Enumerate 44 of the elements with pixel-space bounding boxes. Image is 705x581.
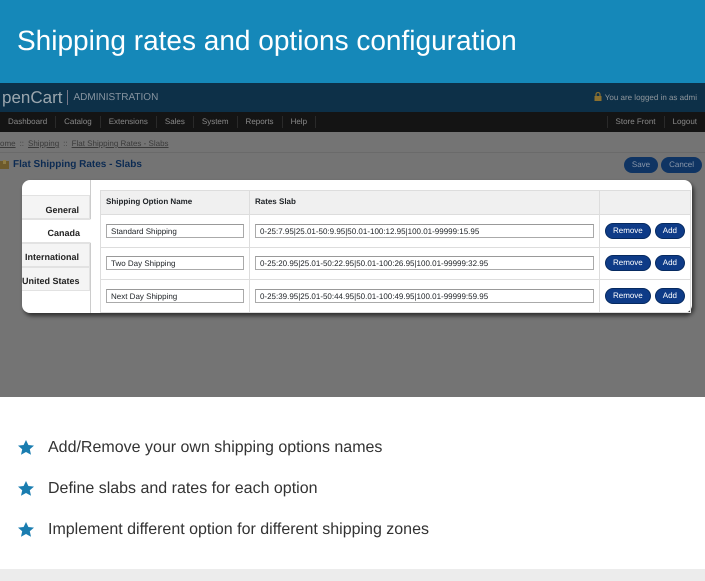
tab[interactable]: General [22, 195, 90, 219]
nav-item[interactable]: Reports [238, 116, 283, 128]
feature-text: Add/Remove your own shipping options names [48, 438, 382, 458]
tab[interactable]: International [22, 243, 90, 267]
rates-input[interactable]: 0-25:20.95|25.01-50:22.95|50.01-100:26.95|100.01-99999:32.95 [254, 256, 594, 270]
nav-item[interactable]: Logout [664, 116, 705, 128]
column-header: Rates Slab [249, 190, 600, 214]
row-button[interactable]: Remove [604, 288, 651, 304]
nav-item[interactable]: Dashboard [0, 116, 56, 128]
name-input[interactable]: Two Day Shipping [106, 256, 244, 270]
name-input[interactable]: Standard Shipping [106, 224, 244, 238]
nav-item[interactable]: Store Front [606, 116, 664, 128]
page-button[interactable]: Cancel [661, 156, 702, 172]
page-title: Flat Shipping Rates - Slabs [13, 158, 142, 170]
rates-input[interactable]: 0-25:7.95|25.01-50:9.95|50.01-100:12.95|100.01-99999:15.95 [254, 224, 594, 238]
brand-name: penCart [2, 86, 62, 109]
feature-text: Implement different option for different shipping zones [48, 520, 429, 540]
tab[interactable]: Canada [22, 219, 91, 243]
feature-text: Define slabs and rates for each option [48, 478, 318, 498]
lock-icon [594, 92, 602, 100]
row-button[interactable]: Add [654, 288, 685, 304]
rates-input[interactable]: 0-25:39.95|25.01-50:44.95|50.01-100:49.95|100.01-99999:59.95 [254, 289, 594, 304]
column-header: Shipping Option Name [100, 190, 250, 214]
tab[interactable]: United States [22, 267, 90, 291]
row-button[interactable]: Remove [604, 255, 651, 272]
page-button[interactable]: Save [624, 156, 658, 172]
breadcrumb-separator: :: [20, 138, 24, 150]
nav-item[interactable]: Extensions [100, 116, 157, 128]
name-input[interactable]: Next Day Shipping [106, 289, 244, 304]
row-button[interactable]: Add [654, 255, 685, 272]
section-label: ADMINISTRATION [67, 90, 158, 105]
nav-item[interactable]: Help [282, 116, 316, 128]
star-icon [18, 522, 34, 537]
box-icon [0, 160, 9, 169]
star-icon [18, 440, 34, 455]
login-text: You are logged in as admi [594, 92, 697, 104]
nav-item[interactable]: Catalog [56, 116, 101, 128]
row-button[interactable]: Add [654, 222, 685, 239]
star-icon [18, 481, 34, 496]
nav-item[interactable]: System [194, 116, 238, 128]
nav-item[interactable]: Sales [156, 116, 194, 128]
row-button[interactable]: Remove [604, 222, 651, 239]
banner-title: Shipping rates and options configuration [17, 24, 518, 58]
breadcrumb-separator: :: [63, 138, 68, 150]
